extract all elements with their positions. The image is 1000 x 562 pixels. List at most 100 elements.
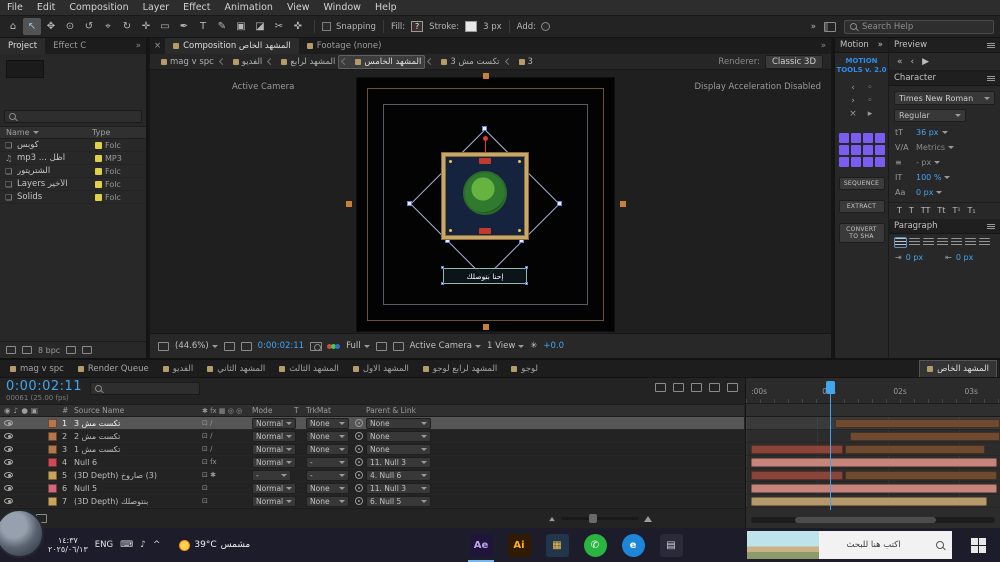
subscript-icon[interactable]: T₁ xyxy=(968,206,976,215)
exposure-icon[interactable]: ✳ xyxy=(530,341,537,351)
pan-camera-tool-icon[interactable]: ⌖ xyxy=(99,18,117,35)
project-tab[interactable]: Effect C xyxy=(45,38,94,54)
layer-duration-bar[interactable] xyxy=(751,497,987,506)
visibility-toggle-icon[interactable] xyxy=(4,485,13,491)
language-indicator[interactable]: ENG xyxy=(95,540,113,550)
illustrator-app[interactable]: Ai xyxy=(500,528,538,562)
transparency-grid-icon[interactable] xyxy=(393,342,404,351)
motion-swatch[interactable] xyxy=(839,157,849,167)
breadcrumb-item[interactable]: 3 xyxy=(503,56,536,68)
lock-column-icon[interactable]: ▣ xyxy=(31,406,38,415)
start-button[interactable] xyxy=(956,528,1000,562)
time-ruler[interactable]: :00s01s02s03s xyxy=(746,378,1000,404)
pan-behind-tool-icon[interactable]: ✛ xyxy=(137,18,155,35)
roto-brush-tool-icon[interactable]: ✂ xyxy=(270,18,288,35)
timeline-search-input[interactable] xyxy=(90,382,200,395)
taskbar-search-box[interactable]: اكتب هنا للبحث xyxy=(747,531,952,559)
motion-control-icon[interactable]: ▸ xyxy=(863,109,877,119)
motion-panel-title[interactable]: Motion xyxy=(840,40,869,50)
selection-handle[interactable] xyxy=(557,201,562,206)
renderer-button[interactable]: Classic 3D xyxy=(765,55,823,69)
breadcrumb-item[interactable]: تكست مش 3 xyxy=(425,56,502,68)
font-size-field[interactable]: tT 36 px xyxy=(889,125,1000,140)
parent-dropdown[interactable]: 11. Null 3 xyxy=(366,483,431,494)
frame-blending-icon[interactable] xyxy=(709,383,720,392)
solo-column-icon[interactable]: ● xyxy=(21,406,28,415)
menu-item[interactable]: File xyxy=(0,0,30,15)
weather-widget[interactable]: 39°C مشمس xyxy=(179,540,250,551)
new-folder-icon[interactable] xyxy=(22,346,32,354)
keyboard-icon[interactable]: ⌨ xyxy=(120,540,133,550)
layer-color-chip[interactable] xyxy=(48,471,57,480)
project-item-row[interactable]: ❏ Solids Folc xyxy=(0,191,146,204)
timeline-tab[interactable]: المشهد الثاني xyxy=(200,360,272,377)
mode-dropdown[interactable]: Normal xyxy=(252,444,296,455)
puppet-pin-tool-icon[interactable]: ✜ xyxy=(289,18,307,35)
mode-dropdown[interactable]: - xyxy=(252,470,291,481)
zoom-slider-handle[interactable] xyxy=(589,514,597,523)
align-left-icon[interactable] xyxy=(923,238,934,247)
type-column-header[interactable]: Type xyxy=(92,128,110,137)
layer-duration-bar[interactable] xyxy=(835,419,1000,428)
layer-color-chip[interactable] xyxy=(48,484,57,493)
visibility-toggle-icon[interactable] xyxy=(4,498,13,504)
motion-control-icon[interactable]: ‹ xyxy=(846,83,860,93)
layer-duration-bar[interactable] xyxy=(845,445,985,454)
layer-switches[interactable]: ⊡ xyxy=(202,495,252,507)
timeline-tab[interactable]: المشهد الاول xyxy=(346,360,416,377)
colorful-app[interactable]: ▦ xyxy=(538,528,576,562)
magnification-dropdown[interactable]: (44.6%) xyxy=(175,341,218,351)
visibility-toggle-icon[interactable] xyxy=(4,472,13,478)
panel-more-icon[interactable]: » xyxy=(816,38,831,54)
stroke-width-value[interactable]: 3 px xyxy=(483,22,502,32)
trkmat-dropdown[interactable]: - xyxy=(306,470,349,481)
menu-item[interactable]: View xyxy=(280,0,317,15)
menu-item[interactable]: Animation xyxy=(218,0,280,15)
visibility-toggle-icon[interactable] xyxy=(4,433,13,439)
visibility-toggle-icon[interactable] xyxy=(4,420,13,426)
logo-artwork-layer[interactable] xyxy=(442,153,528,239)
layer-duration-bar[interactable] xyxy=(751,458,997,467)
add-icon[interactable] xyxy=(541,22,550,31)
caption-handle[interactable] xyxy=(441,282,444,285)
font-family-dropdown[interactable]: Times New Roman xyxy=(894,91,995,105)
parent-dropdown[interactable]: 11. Null 3 xyxy=(366,457,431,468)
parent-dropdown[interactable]: None xyxy=(366,444,431,455)
caption-handle[interactable] xyxy=(441,266,444,269)
trkmat-dropdown[interactable]: None xyxy=(306,418,349,429)
mode-dropdown[interactable]: Normal xyxy=(252,431,296,442)
snapshot-icon[interactable] xyxy=(310,342,322,351)
layer-name[interactable]: بنتوصلك (3D Depth) xyxy=(74,497,202,506)
motion-swatch[interactable] xyxy=(875,145,885,155)
selection-handle[interactable] xyxy=(407,201,412,206)
motion-action-button[interactable]: CONVERT TO SHA xyxy=(839,223,885,243)
trash-icon[interactable] xyxy=(82,346,92,354)
pickwhip-icon[interactable] xyxy=(355,497,363,505)
shape-tool-icon[interactable]: ▭ xyxy=(156,18,174,35)
align-right-icon[interactable] xyxy=(895,238,906,247)
draft-3d-icon[interactable] xyxy=(673,383,684,392)
panel-more-icon[interactable]: » xyxy=(131,38,146,54)
menu-item[interactable]: Layer xyxy=(136,0,177,15)
prev-frame-icon[interactable]: ‹ xyxy=(911,57,915,67)
timeline-horizontal-scrollbar[interactable] xyxy=(751,517,995,523)
home-tool-icon[interactable]: ⌂ xyxy=(4,18,22,35)
motion-blur-icon[interactable] xyxy=(727,383,738,392)
layer-switches[interactable]: ⊡ ∕ xyxy=(202,443,252,455)
layer-color-chip[interactable] xyxy=(48,419,57,428)
workspace-icon[interactable] xyxy=(824,22,836,32)
pickwhip-icon[interactable] xyxy=(355,471,363,479)
motion-swatch[interactable] xyxy=(839,133,849,143)
layer-name[interactable]: Null 6 xyxy=(74,458,202,467)
project-item-row[interactable]: ❏ كوبس Folc xyxy=(0,139,146,152)
motion-action-button[interactable]: SEQUENCE xyxy=(839,177,885,190)
layer-bar-row[interactable] xyxy=(746,456,1000,469)
layer-edge-handle[interactable] xyxy=(483,73,489,79)
layer-duration-bar[interactable] xyxy=(751,484,997,493)
timeline-tab[interactable]: الفديو xyxy=(156,360,200,377)
menu-item[interactable]: Effect xyxy=(176,0,217,15)
panel-menu-icon[interactable] xyxy=(987,76,995,77)
justify-last-right-icon[interactable] xyxy=(965,238,976,247)
motion-swatch[interactable] xyxy=(863,145,873,155)
hide-shy-icon[interactable] xyxy=(691,383,702,392)
